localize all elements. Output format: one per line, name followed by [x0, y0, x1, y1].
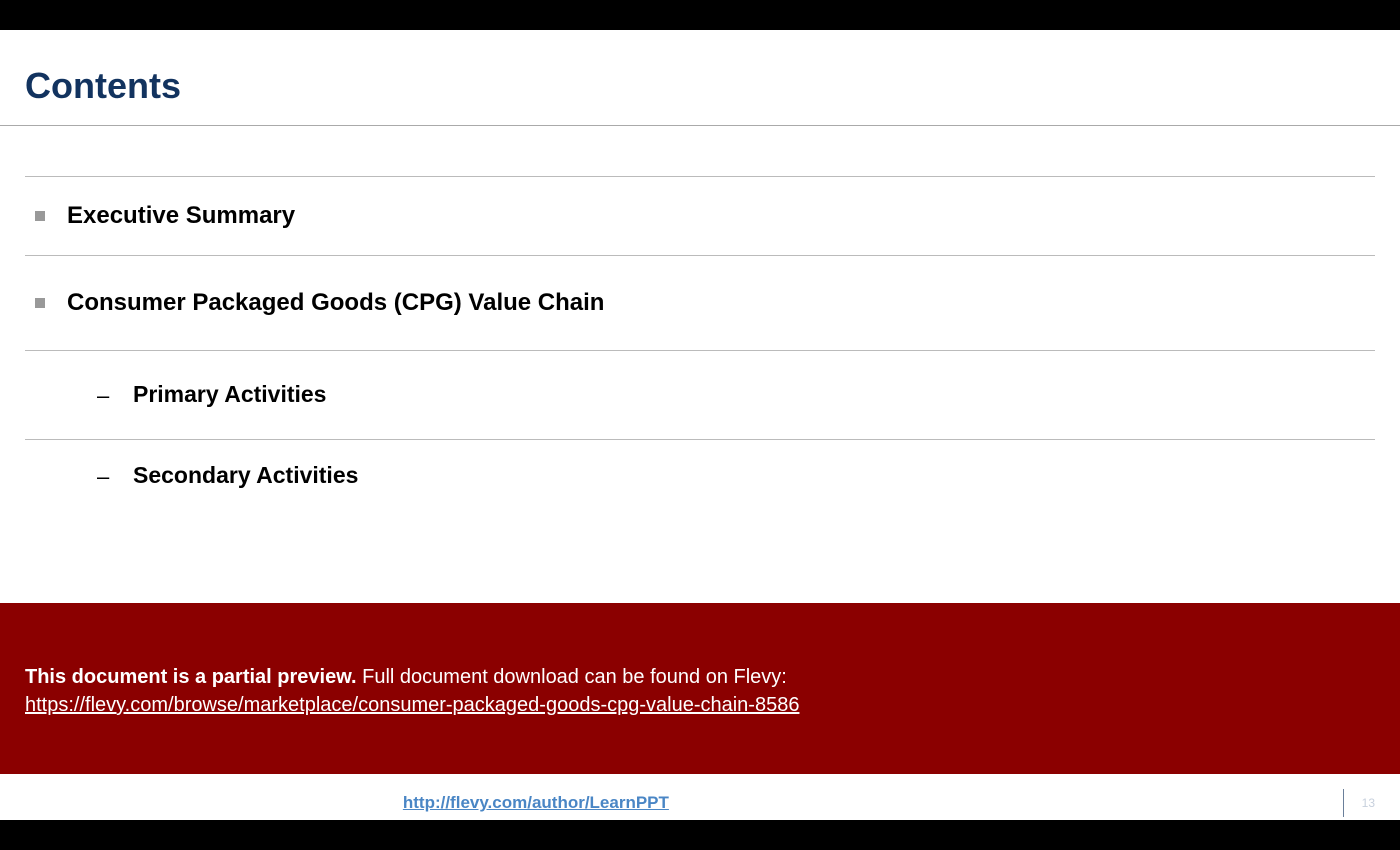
- footer-lead: Find our other business frameworks on Fl…: [25, 793, 403, 812]
- square-bullet-icon: [35, 298, 45, 308]
- footer-link[interactable]: http://flevy.com/author/LearnPPT: [403, 793, 669, 812]
- banner-link[interactable]: https://flevy.com/browse/marketplace/con…: [25, 694, 799, 716]
- footer-text: Find our other business frameworks on Fl…: [25, 793, 669, 813]
- dash-bullet-icon: –: [97, 464, 109, 490]
- square-bullet-icon: [35, 211, 45, 221]
- contents-subitem: – Primary Activities: [25, 351, 1375, 439]
- banner-text: Full document download can be found on F…: [357, 666, 787, 688]
- contents-list: Executive Summary Consumer Packaged Good…: [0, 176, 1400, 495]
- contents-subitem: – Secondary Activities: [25, 440, 1375, 495]
- dash-bullet-icon: –: [97, 383, 109, 409]
- page-number: 13: [1362, 796, 1375, 810]
- preview-banner: This document is a partial preview. Full…: [0, 603, 1400, 774]
- contents-subitem-label: Secondary Activities: [133, 462, 358, 489]
- slide-body: Contents Executive Summary Consumer Pack…: [0, 30, 1400, 495]
- banner-bold-text: This document is a partial preview.: [25, 666, 357, 688]
- letterbox-bottom: [0, 820, 1400, 850]
- contents-item-label: Consumer Packaged Goods (CPG) Value Chai…: [67, 289, 604, 317]
- contents-item: Executive Summary: [25, 177, 1375, 255]
- contents-item: Consumer Packaged Goods (CPG) Value Chai…: [25, 256, 1375, 350]
- slide-title: Contents: [0, 30, 1400, 125]
- title-divider: [0, 125, 1400, 126]
- footer-right: 13: [1343, 789, 1375, 817]
- letterbox-top: [0, 0, 1400, 30]
- contents-item-label: Executive Summary: [67, 202, 295, 230]
- footer-separator: [1343, 789, 1344, 817]
- contents-subitem-label: Primary Activities: [133, 381, 326, 408]
